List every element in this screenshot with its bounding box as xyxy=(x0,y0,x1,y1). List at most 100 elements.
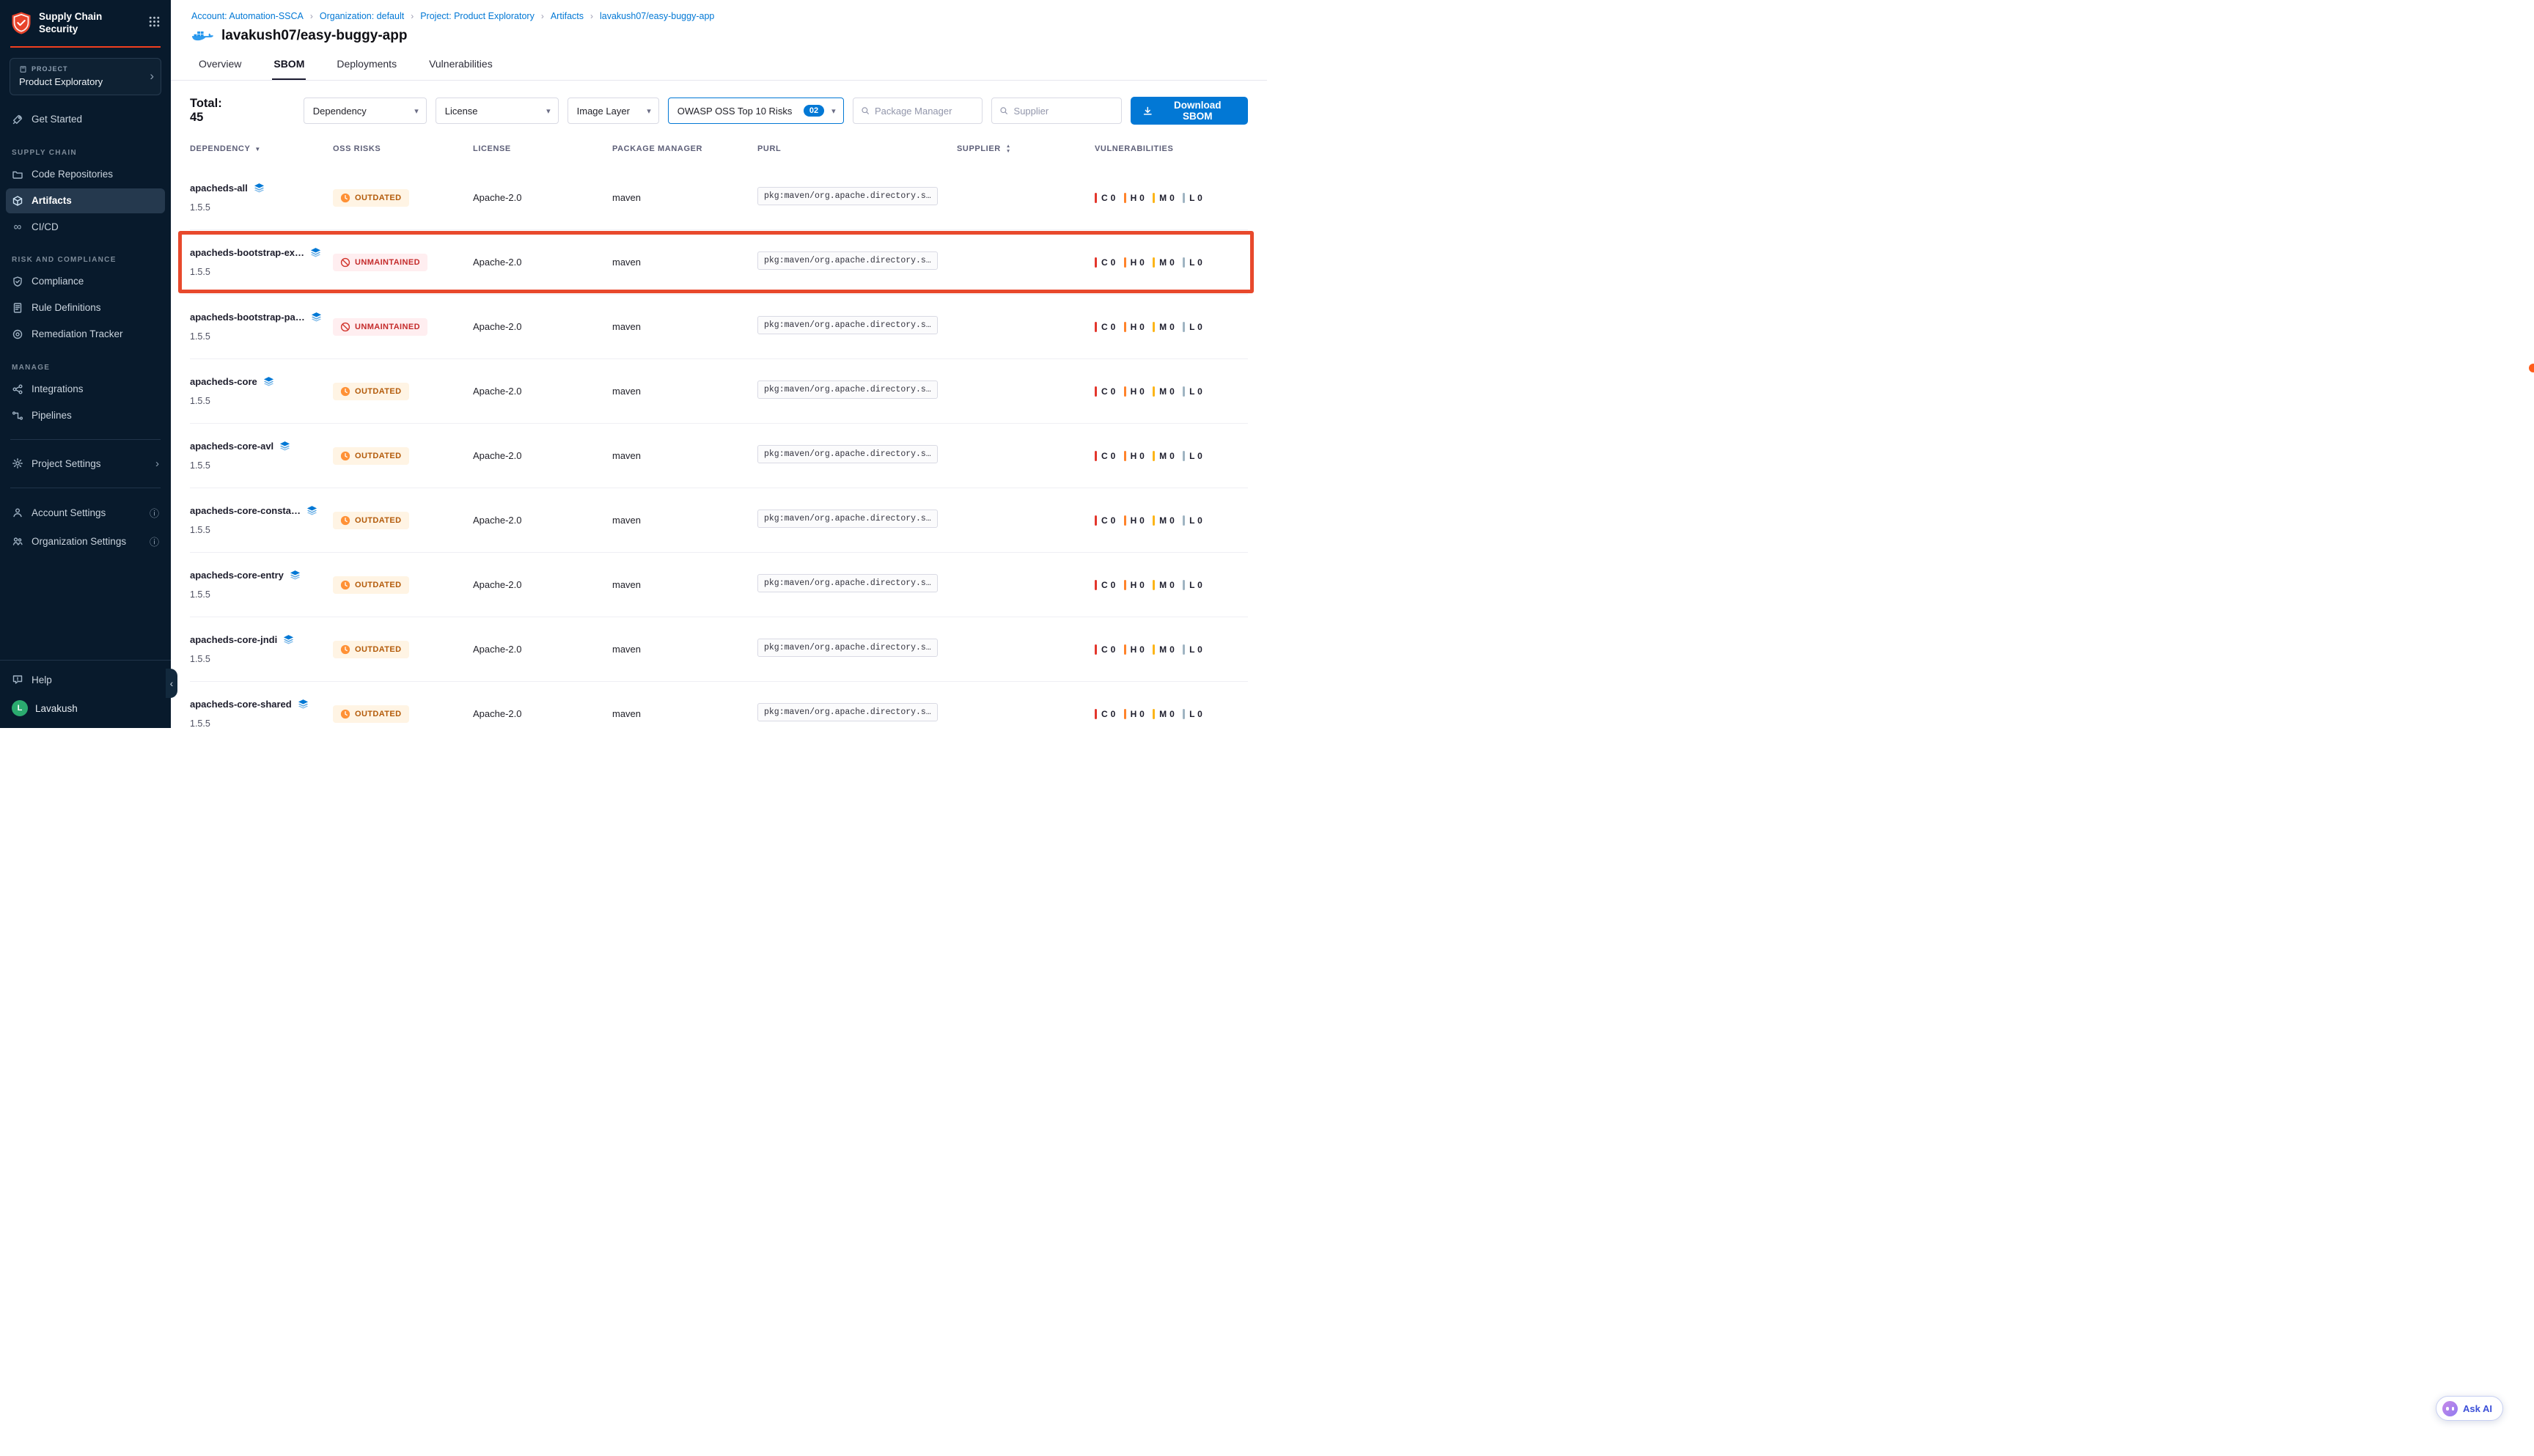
project-selector[interactable]: PROJECT Product Exploratory › xyxy=(10,58,161,95)
sidebar-item-rule-definitions[interactable]: Rule Definitions xyxy=(6,295,165,320)
purl-pill[interactable]: pkg:maven/org.apache.directory.s… xyxy=(757,251,938,270)
sidebar-item-account-settings[interactable]: Account Settings ⓘ xyxy=(6,499,165,526)
sidebar-item-help[interactable]: Help xyxy=(6,667,165,692)
layers-icon xyxy=(283,634,294,645)
sidebar-item-code-repositories[interactable]: Code Repositories xyxy=(6,162,165,187)
column-header-purl: PURL xyxy=(757,144,957,153)
vuln-count-C: C 0 xyxy=(1095,257,1116,268)
tab-vulnerabilities[interactable]: Vulnerabilities xyxy=(427,58,494,80)
table-row[interactable]: apacheds-core-consta… 1.5.5 OUT xyxy=(190,488,1248,553)
table-row[interactable]: apacheds-all 1.5.5 OUTDATED xyxy=(190,166,1248,230)
breadcrumb-link-organization[interactable]: Organization: default xyxy=(320,11,404,21)
dependency-version: 1.5.5 xyxy=(190,202,333,213)
package-manager-cell: maven xyxy=(612,708,757,719)
purl-pill[interactable]: pkg:maven/org.apache.directory.s… xyxy=(757,574,938,592)
vuln-count-L: L 0 xyxy=(1183,709,1202,719)
artifacts-icon xyxy=(12,195,23,207)
dependency-version: 1.5.5 xyxy=(190,460,333,471)
vuln-count-C: C 0 xyxy=(1095,515,1116,526)
supplier-search-input[interactable] xyxy=(1014,106,1114,117)
license-cell: Apache-2.0 xyxy=(473,192,612,203)
download-icon xyxy=(1142,106,1153,117)
table-row[interactable]: apacheds-core-entry 1.5.5 OUTDA xyxy=(190,553,1248,617)
vulnerability-counts: C 0H 0M 0L 0 xyxy=(1095,709,1248,719)
breadcrumb-link-project[interactable]: Project: Product Exploratory xyxy=(420,11,535,21)
table-row[interactable]: apacheds-bootstrap-ex… 1.5.5 UN xyxy=(190,230,1248,295)
license-cell: Apache-2.0 xyxy=(473,450,612,461)
owasp-risks-filter-select[interactable]: OWASP OSS Top 10 Risks 02 ▾ xyxy=(668,98,844,124)
table-body: apacheds-all 1.5.5 OUTDATED xyxy=(190,166,1248,728)
purl-pill[interactable]: pkg:maven/org.apache.directory.s… xyxy=(757,187,938,205)
sidebar-item-compliance[interactable]: Compliance xyxy=(6,269,165,294)
download-sbom-button[interactable]: Download SBOM xyxy=(1131,97,1248,125)
page-title: lavakush07/easy-buggy-app xyxy=(221,28,407,44)
table-row[interactable]: apacheds-core-avl 1.5.5 OUTDATE xyxy=(190,424,1248,488)
target-icon xyxy=(12,328,23,340)
sidebar-collapse-handle[interactable]: ‹ xyxy=(166,669,177,698)
dependency-cell: apacheds-core-jndi 1.5.5 xyxy=(190,634,333,664)
sidebar-item-cicd[interactable]: ∞ CI/CD xyxy=(6,215,165,239)
app-logo-row: Supply Chain Security xyxy=(0,0,171,43)
table-row[interactable]: apacheds-core-jndi 1.5.5 OUTDAT xyxy=(190,617,1248,682)
oss-risk-label: UNMAINTAINED xyxy=(355,323,420,331)
breadcrumb-separator: › xyxy=(590,11,593,21)
sidebar-item-integrations[interactable]: Integrations xyxy=(6,377,165,402)
dependency-version: 1.5.5 xyxy=(190,654,333,664)
column-header-vulnerabilities: VULNERABILITIES xyxy=(1095,144,1248,153)
purl-pill[interactable]: pkg:maven/org.apache.directory.s… xyxy=(757,703,938,721)
vuln-count-L: L 0 xyxy=(1183,257,1202,268)
purl-pill[interactable]: pkg:maven/org.apache.directory.s… xyxy=(757,639,938,657)
user-menu[interactable]: L Lavakush xyxy=(0,693,171,721)
purl-pill[interactable]: pkg:maven/org.apache.directory.s… xyxy=(757,380,938,399)
breadcrumb-link-artifact[interactable]: lavakush07/easy-buggy-app xyxy=(600,11,714,21)
sidebar-item-pipelines[interactable]: Pipelines xyxy=(6,403,165,428)
breadcrumb-link-account[interactable]: Account: Automation-SSCA xyxy=(191,11,304,21)
package-manager-cell: maven xyxy=(612,192,757,203)
layers-icon xyxy=(263,376,274,387)
purl-pill[interactable]: pkg:maven/org.apache.directory.s… xyxy=(757,445,938,463)
sidebar-item-organization-settings[interactable]: Organization Settings ⓘ xyxy=(6,528,165,555)
dependency-name: apacheds-core xyxy=(190,376,257,387)
project-label: PROJECT xyxy=(32,65,68,73)
sidebar-item-label: Project Settings xyxy=(32,458,101,469)
tab-overview[interactable]: Overview xyxy=(197,58,243,80)
sidebar-item-artifacts[interactable]: Artifacts xyxy=(6,188,165,213)
sidebar: Supply Chain Security PROJECT Product Ex… xyxy=(0,0,171,728)
purl-pill[interactable]: pkg:maven/org.apache.directory.s… xyxy=(757,510,938,528)
oss-risk-label: OUTDATED xyxy=(355,645,402,654)
table-row[interactable]: apacheds-bootstrap-pa… 1.5.5 UN xyxy=(190,295,1248,359)
package-manager-search-input[interactable] xyxy=(875,106,974,117)
sidebar-item-get-started[interactable]: Get Started xyxy=(6,107,165,132)
license-filter-select[interactable]: License ▾ xyxy=(436,98,559,124)
breadcrumb: Account: Automation-SSCA › Organization:… xyxy=(191,11,1246,21)
project-name: Product Exploratory xyxy=(19,76,143,87)
vuln-count-C: C 0 xyxy=(1095,580,1116,590)
breadcrumb-link-artifacts[interactable]: Artifacts xyxy=(551,11,584,21)
package-manager-cell: maven xyxy=(612,450,757,461)
search-icon xyxy=(999,106,1008,116)
total-count: Total: 45 xyxy=(190,97,238,125)
column-header-supplier[interactable]: SUPPLIER ▲▼ xyxy=(957,144,1095,155)
ask-ai-button[interactable]: Ask AI xyxy=(2436,1396,2503,1421)
vuln-count-H: H 0 xyxy=(1124,386,1145,397)
tab-deployments[interactable]: Deployments xyxy=(335,58,398,80)
oss-risk-badge: UNMAINTAINED xyxy=(333,254,427,271)
chevron-right-icon: › xyxy=(150,69,154,84)
tab-sbom[interactable]: SBOM xyxy=(272,58,306,80)
module-switcher-grid-icon[interactable] xyxy=(148,15,161,32)
dependency-cell: apacheds-core-consta… 1.5.5 xyxy=(190,505,333,535)
sidebar-bottom: Help L Lavakush xyxy=(0,660,171,721)
image-layer-filter-select[interactable]: Image Layer ▾ xyxy=(568,98,659,124)
table-row[interactable]: apacheds-core 1.5.5 OUTDATED xyxy=(190,359,1248,424)
purl-pill[interactable]: pkg:maven/org.apache.directory.s… xyxy=(757,316,938,334)
dependency-filter-select[interactable]: Dependency ▾ xyxy=(304,98,427,124)
dependency-name: apacheds-core-avl xyxy=(190,441,273,452)
sidebar-item-remediation-tracker[interactable]: Remediation Tracker xyxy=(6,322,165,347)
sidebar-item-project-settings[interactable]: Project Settings › xyxy=(6,451,165,477)
sidebar-item-label: Artifacts xyxy=(32,195,72,206)
dependency-name: apacheds-core-shared xyxy=(190,699,292,710)
column-header-dependency[interactable]: DEPENDENCY ▼ xyxy=(190,144,333,153)
table-row[interactable]: apacheds-core-shared 1.5.5 OUTD xyxy=(190,682,1248,728)
breadcrumb-separator: › xyxy=(310,11,313,21)
select-value: OWASP OSS Top 10 Risks xyxy=(677,106,793,117)
